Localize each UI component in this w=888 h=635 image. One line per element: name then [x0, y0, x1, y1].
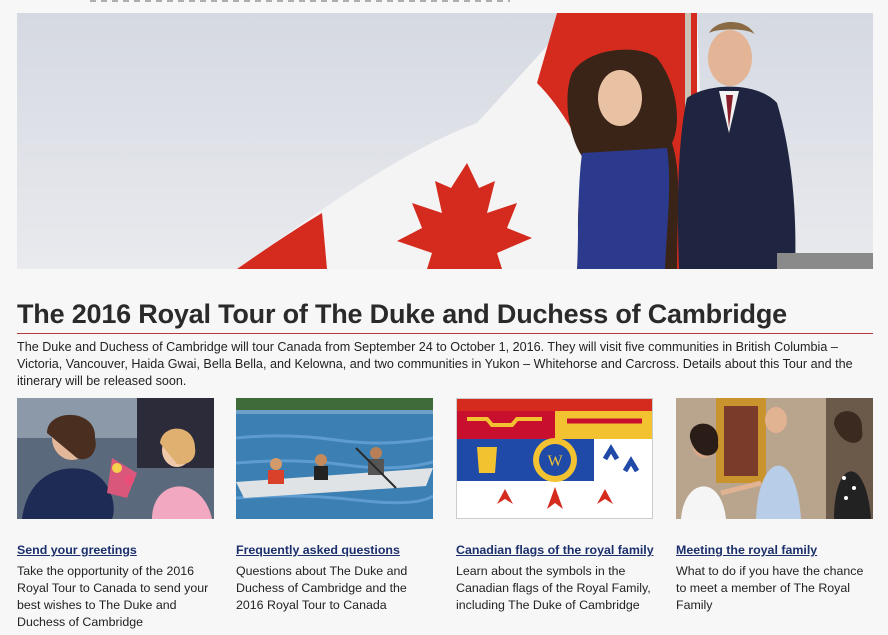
intro-paragraph: The Duke and Duchess of Cambridge will t…	[17, 340, 853, 388]
top-strip	[0, 0, 888, 12]
page-title: The 2016 Royal Tour of The Duke and Duch…	[17, 299, 787, 329]
faq-description: Questions about The Duke and Duchess of …	[236, 564, 408, 612]
meeting-royals-link[interactable]: Meeting the royal family	[676, 543, 876, 557]
svg-text:W: W	[547, 453, 563, 470]
card-send-greetings: Send your greetings Take the opportunity…	[17, 398, 217, 631]
greetings-thumbnail[interactable]	[17, 398, 214, 519]
royal-flag-thumbnail[interactable]: W	[456, 398, 653, 519]
title-divider	[17, 333, 873, 334]
send-greetings-description: Take the opportunity of the 2016 Royal T…	[17, 564, 209, 629]
card-canadian-flags: W Canadian flags of the royal family Lea…	[456, 398, 656, 614]
canadian-flags-link[interactable]: Canadian flags of the royal family	[456, 543, 656, 557]
meeting-thumbnail[interactable]	[676, 398, 873, 519]
hero-image	[17, 13, 873, 269]
canadian-flags-description: Learn about the symbols in the Canadian …	[456, 564, 651, 612]
card-faq: Frequently asked questions Questions abo…	[236, 398, 436, 614]
card-meeting-royals: Meeting the royal family What to do if y…	[676, 398, 876, 614]
send-greetings-link[interactable]: Send your greetings	[17, 543, 217, 557]
meeting-royals-description: What to do if you have the chance to mee…	[676, 564, 864, 612]
faq-link[interactable]: Frequently asked questions	[236, 543, 436, 557]
faq-thumbnail[interactable]	[236, 398, 433, 519]
